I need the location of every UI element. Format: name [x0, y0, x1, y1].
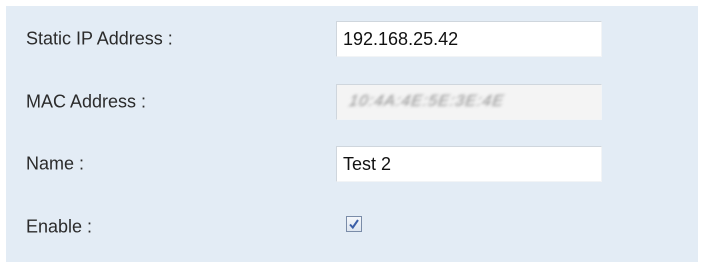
- enable-label: Enable :: [26, 216, 93, 237]
- static-dhcp-form: Static IP Address : MAC Address : 10:4A:…: [6, 6, 698, 262]
- static-ip-row: Static IP Address :: [6, 15, 698, 63]
- static-ip-label: Static IP Address :: [26, 28, 173, 49]
- mac-address-input[interactable]: 10:4A:4E:5E:3E:4E: [336, 84, 602, 120]
- checkmark-icon: [349, 219, 359, 230]
- enable-checkbox[interactable]: [346, 216, 362, 232]
- name-row: Name :: [6, 140, 698, 188]
- name-label: Name :: [26, 153, 85, 174]
- mac-address-obscured-value: 10:4A:4E:5E:3E:4E: [346, 93, 507, 110]
- static-ip-input[interactable]: [336, 21, 602, 57]
- name-input[interactable]: [336, 146, 602, 182]
- mac-address-label: MAC Address :: [26, 91, 147, 112]
- mac-address-row: MAC Address : 10:4A:4E:5E:3E:4E: [6, 78, 698, 126]
- enable-row: Enable :: [6, 203, 698, 251]
